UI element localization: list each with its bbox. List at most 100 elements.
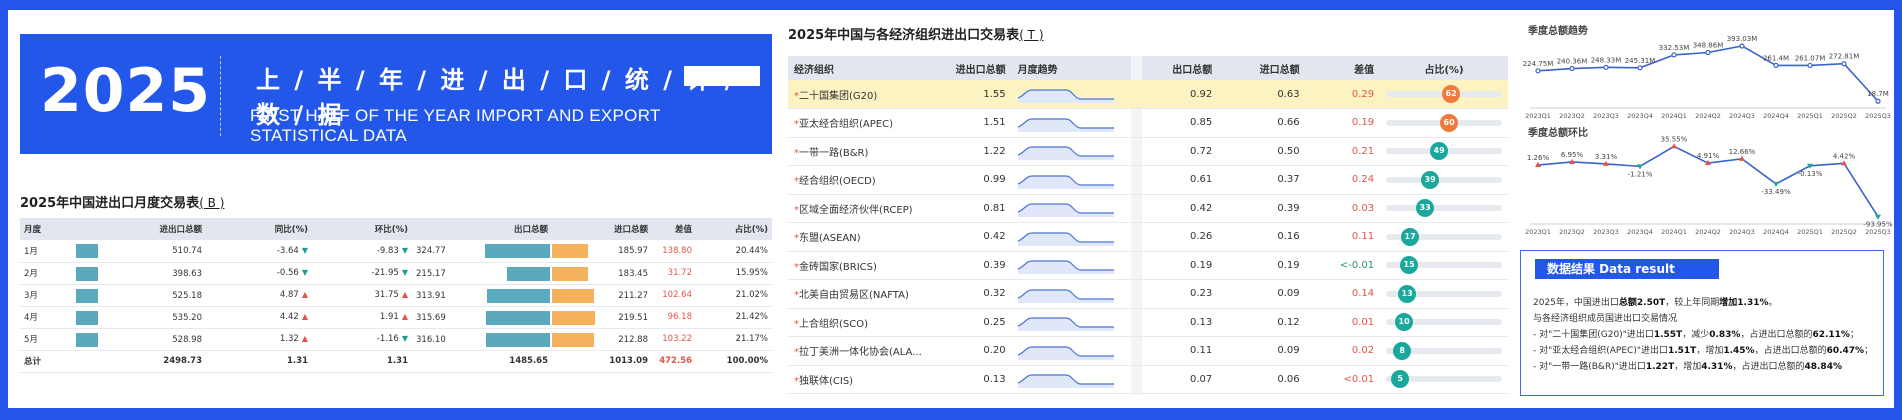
org-name-cell: *上合组织(SCO) [788,308,940,337]
yoy-cell: 4.87 ▲ [206,284,312,307]
table-row[interactable]: *独联体(CIS) 0.13 0.07 0.06 <0.01 5 [788,365,1508,394]
col-header[interactable]: 月度 [20,218,76,240]
table-row[interactable]: *东盟(ASEAN) 0.42 0.26 0.16 0.11 17 [788,222,1508,252]
orgs-table: 经济组织 进出口总额 月度趋势 出口总额 进口总额 差值 占比(%) *二十国集… [788,56,1508,394]
mom-value: -1.16 [376,334,399,344]
export-value: 313.91 [416,290,446,301]
col-header[interactable]: 差值 [652,218,696,240]
org-name: 独联体(CIS) [799,375,854,387]
tick-label: 2024Q3 [1729,112,1755,120]
arrow-down-icon: ▼ [401,334,408,343]
col-header[interactable]: 出口总额 [1141,56,1219,80]
table-row[interactable]: 3月 525.18 4.87 ▲ 31.75 ▲ 313.91 211.27 102.64 21.… [20,284,772,307]
org-name: 亚太经合组织(APEC) [799,119,893,131]
org-name-cell: *一带一路(B&R) [788,137,940,166]
table-row[interactable]: *拉丁美洲一体化协会(ALA... 0.20 0.11 0.09 0.02 8 [788,336,1508,366]
col-header[interactable]: 同比(%) [206,218,312,240]
data-point [1705,49,1711,56]
total-value: 528.98 [172,334,202,345]
trend-sparkline [1017,346,1114,360]
import-bar [552,244,588,258]
org-name: 拉丁美洲一体化协会(ALA... [799,347,922,359]
orgs-title-tag[interactable]: ( T ) [1019,28,1043,42]
share-dot: 62 [1442,85,1461,103]
share-cell: 62 [1380,80,1508,109]
data-label: 6.95% [1561,151,1584,159]
export-bar [486,310,550,325]
tick-label: 2023Q3 [1593,112,1619,120]
total-cell: 398.63 [76,262,206,285]
import-value: 219.51 [618,312,648,323]
table-row[interactable]: 2月 398.63 -0.56 ▼ -21.95 ▼ 215.17 183.45 31.72 15… [20,262,772,285]
table-row[interactable]: *一带一路(B&R) 1.22 0.72 0.50 0.21 49 [788,137,1508,166]
table-row[interactable]: 5月 528.98 1.32 ▲ -1.16 ▼ 316.10 212.88 103.22 21.… [20,328,772,351]
yoy-value: 1.32 [279,334,299,344]
tick-label: 2023Q2 [1559,112,1585,120]
table-row[interactable]: *北美自由贸易区(NAFTA) 0.32 0.23 0.09 0.14 13 [788,279,1508,309]
share-cell: 13 [1380,279,1508,309]
share-cell: 60 [1380,108,1508,138]
table-row[interactable]: *上合组织(SCO) 0.25 0.13 0.12 0.01 10 [788,308,1508,337]
month-cell: 4月 [20,306,76,329]
yoy-cell: 1.31 [206,350,312,373]
total-row[interactable]: 总计 2498.73 1.31 1.31 1485.65 1013.09 472.56 100… [20,350,772,373]
sparkline-cell [1011,251,1131,280]
table-row[interactable]: *经合组织(OECD) 0.99 0.61 0.37 0.24 39 [788,165,1508,195]
share-dot: 33 [1416,199,1435,218]
sparkline-cell [1011,108,1131,138]
orgs-title-text: 2025年中国与各经济组织进出口交易表 [788,28,1020,43]
data-label: 18.7M [1867,90,1889,98]
banner-title-en: FIRST HALF OF THE YEAR IMPORT AND EXPORT… [250,106,661,145]
table-row[interactable]: 1月 510.74 -3.64 ▼ -9.83 ▼ 324.77 185.97 138.80 20… [20,240,772,263]
col-header[interactable]: 出口总额 [412,218,552,240]
sparkline-cell [1011,279,1131,309]
sparkline-area [1017,318,1114,332]
col-header[interactable]: 进出口总额 [76,218,206,240]
export-cell: 324.77 [412,240,552,263]
table-row[interactable]: *二十国集团(G20) 1.55 0.92 0.63 0.29 62 [788,80,1508,109]
mom-value: 31.75 [374,290,399,300]
sparkline-area [1017,261,1114,275]
share-cell: 15 [1380,251,1508,280]
col-header[interactable]: 占比(%) [1380,56,1508,80]
total-cell: 510.74 [76,240,206,263]
col-header[interactable]: 经济组织 [788,56,940,80]
mom-cell: 1.31 [312,350,412,373]
col-header[interactable]: 进口总额 [552,218,652,240]
col-header[interactable]: 环比(%) [312,218,412,240]
monthly-title-tag[interactable]: ( B ) [199,196,224,210]
arrow-up-icon: ▲ [301,334,308,343]
export-cell: 315.69 [412,306,552,329]
col-header[interactable]: 差值 [1305,56,1381,80]
tick-label: 2024Q3 [1729,228,1755,236]
share-dot: 60 [1440,113,1459,132]
diff-cell: <-0.01 [1305,251,1381,280]
result-line-5: - 对"一带一路(B&R)"进出口1.22T，增加4.31%，占进出口总额的48… [1533,362,1842,372]
export-value: 324.77 [416,246,446,256]
tick-label: 2023Q1 [1525,228,1551,236]
share-cell: 8 [1380,336,1508,366]
data-label: 224.75M [1523,60,1554,68]
col-header[interactable]: 进口总额 [1218,56,1306,80]
share-dot: 17 [1401,227,1420,246]
table-row[interactable]: *区域全面经济伙伴(RCEP) 0.81 0.42 0.39 0.03 33 [788,194,1508,223]
table-row[interactable]: *亚太经合组织(APEC) 1.51 0.85 0.66 0.19 60 [788,108,1508,138]
data-label: 4.42% [1833,152,1856,160]
tick-label: 2023Q4 [1627,112,1653,120]
quarterly-trend-chart: 季度总额趋势 224.75M 2023Q1 240.36M 2023Q2 248.33M… [1516,20,1894,120]
tick-label: 2025Q2 [1831,228,1857,236]
col-header[interactable]: 占比(%) [696,218,772,240]
col-header[interactable]: 月度趋势 [1011,56,1131,80]
col-header[interactable]: 进出口总额 [939,56,1012,80]
table-row[interactable]: 4月 535.20 4.42 ▲ 1.91 ▲ 315.69 219.51 96.18 21.42… [20,306,772,329]
col-gap [1130,194,1142,223]
diff-cell: 0.02 [1305,336,1381,366]
org-name-cell: *拉丁美洲一体化协会(ALA... [788,336,940,366]
total-bar [76,288,98,303]
sparkline-area [1017,375,1114,389]
export-cell: 0.85 [1141,108,1219,138]
table-row[interactable]: *金砖国家(BRICS) 0.39 0.19 0.19 <-0.01 15 [788,251,1508,280]
tick-label: 2024Q1 [1661,228,1687,236]
banner-year: 2025 [40,56,211,126]
export-cell: 0.23 [1141,279,1219,309]
